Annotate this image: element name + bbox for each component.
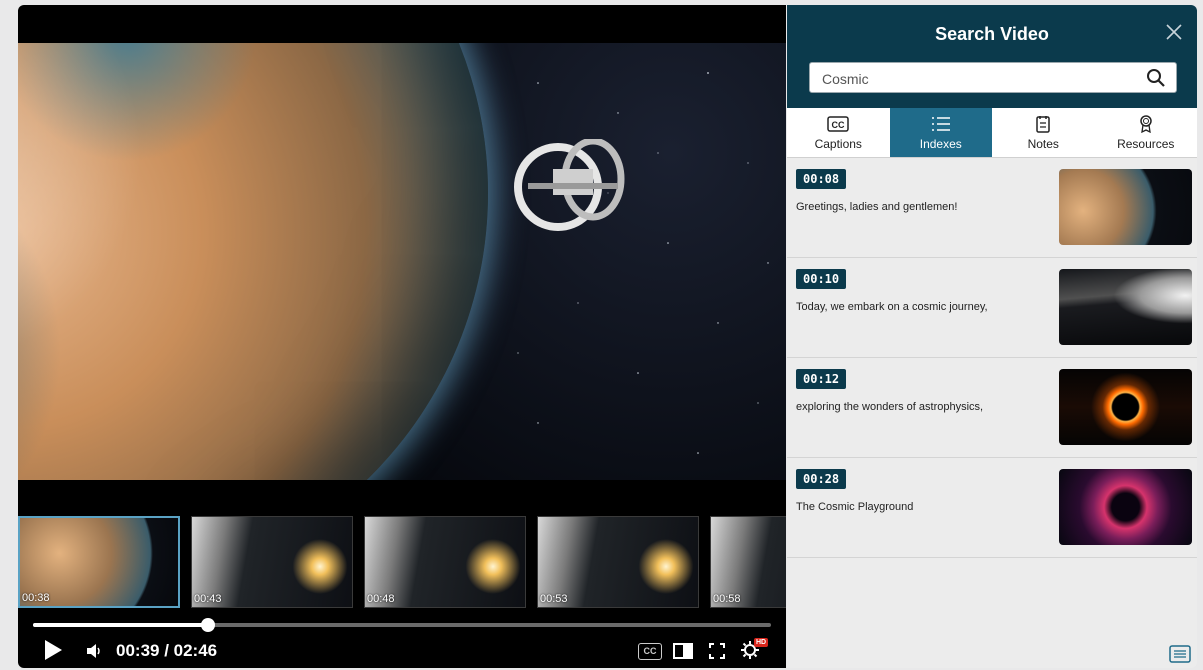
progress-handle[interactable] (200, 618, 215, 632)
tab-resources[interactable]: Resources (1095, 108, 1198, 157)
thumbnail[interactable]: 00:38 (18, 516, 180, 608)
timestamp-badge[interactable]: 00:12 (796, 369, 847, 389)
thumbnail-time: 00:43 (194, 593, 222, 605)
tab-indexes[interactable]: Indexes (889, 108, 992, 157)
search-panel: Search Video CC Captions (787, 5, 1197, 668)
thumbnail-time: 00:38 (22, 592, 50, 604)
thumbnail[interactable]: 00:48 (364, 516, 526, 608)
theater-mode-icon[interactable] (673, 643, 693, 659)
result-item[interactable]: 00:08 Greetings, ladies and gentlemen! (787, 158, 1197, 258)
thumbnail-time: 00:53 (540, 593, 568, 605)
tab-label: Notes (1027, 137, 1059, 151)
progress-fill (33, 623, 208, 627)
video-player[interactable]: 00:38 00:43 00:48 00:53 00:58 00:39 / 02… (18, 5, 786, 668)
result-text: Today, we embark on a cosmic journey, (796, 301, 988, 313)
timestamp-badge[interactable]: 00:08 (796, 169, 847, 189)
list-icon (931, 117, 950, 131)
volume-icon[interactable] (86, 642, 102, 660)
search-icon[interactable] (1146, 68, 1166, 88)
transcript-icon[interactable] (1169, 645, 1191, 663)
thumbnail[interactable]: 00:58 (710, 516, 786, 608)
thumbnail-time: 00:48 (367, 593, 395, 605)
result-text: The Cosmic Playground (796, 501, 914, 513)
results-list: 00:08 Greetings, ladies and gentlemen! 0… (787, 158, 1197, 558)
notes-icon (1036, 116, 1050, 133)
svg-text:CC: CC (832, 120, 845, 130)
tab-label: Indexes (919, 137, 962, 151)
control-bar: 00:39 / 02:46 CC HD (18, 635, 786, 668)
result-thumbnail[interactable] (1059, 269, 1192, 345)
captions-toggle-icon[interactable]: CC (638, 643, 662, 660)
space-station-image (514, 139, 625, 231)
result-thumbnail[interactable] (1059, 169, 1192, 245)
tab-label: Resources (1117, 137, 1175, 151)
time-display: 00:39 / 02:46 (116, 641, 218, 660)
tab-notes[interactable]: Notes (992, 108, 1095, 157)
cc-icon: CC (827, 116, 849, 132)
thumbnail[interactable]: 00:53 (537, 516, 699, 608)
result-text: Greetings, ladies and gentlemen! (796, 201, 958, 213)
thumbnail-strip[interactable]: 00:38 00:43 00:48 00:53 00:58 (18, 513, 786, 611)
timestamp-badge[interactable]: 00:10 (796, 269, 847, 289)
result-item[interactable]: 00:10 Today, we embark on a cosmic journ… (787, 258, 1197, 358)
timestamp-badge[interactable]: 00:28 (796, 469, 847, 489)
result-thumbnail[interactable] (1059, 469, 1192, 545)
result-item[interactable]: 00:28 The Cosmic Playground (787, 458, 1197, 558)
panel-tabs: CC Captions Indexes Notes Resources (787, 108, 1197, 158)
panel-header: Search Video (787, 5, 1197, 108)
video-frame[interactable] (18, 43, 786, 480)
result-item[interactable]: 00:12 exploring the wonders of astrophys… (787, 358, 1197, 458)
progress-bar[interactable] (33, 618, 771, 632)
thumbnail-time: 00:58 (713, 593, 741, 605)
thumbnail[interactable]: 00:43 (191, 516, 353, 608)
tab-captions[interactable]: CC Captions (787, 108, 890, 157)
tab-label: Captions (814, 137, 862, 151)
result-thumbnail[interactable] (1059, 369, 1192, 445)
earth-image (18, 43, 488, 480)
search-input[interactable] (820, 63, 1134, 94)
search-box[interactable] (809, 62, 1177, 94)
award-icon (1140, 115, 1152, 133)
result-text: exploring the wonders of astrophysics, (796, 401, 984, 413)
play-icon[interactable] (45, 640, 62, 660)
panel-title: Search Video (935, 24, 1049, 44)
hd-badge: HD (754, 638, 769, 647)
close-icon[interactable] (1165, 23, 1183, 41)
fullscreen-icon[interactable] (709, 643, 725, 659)
